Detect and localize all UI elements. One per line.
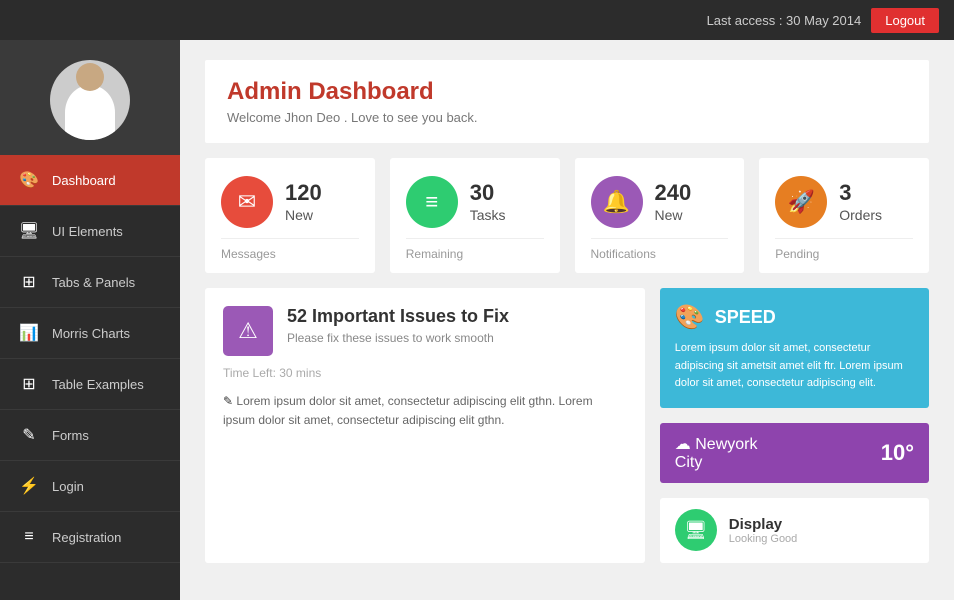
forms-icon: ✎ [18, 424, 40, 446]
stat-icon-3: 🚀 [775, 176, 827, 228]
page-subtitle: Welcome Jhon Deo . Love to see you back. [227, 110, 907, 125]
sidebar-item-tabs-panels[interactable]: ⊞ Tabs & Panels [0, 257, 180, 308]
issues-card: ⚠ 52 Important Issues to Fix Please fix … [205, 288, 645, 563]
speed-header: 🎨 SPEED [675, 303, 914, 332]
issues-title: 52 Important Issues to Fix [287, 306, 509, 328]
last-access-text: Last access : 30 May 2014 [707, 13, 862, 28]
dashboard-label: Dashboard [52, 173, 116, 188]
morris-charts-label: Morris Charts [52, 326, 130, 341]
stat-icon-0: ✉ [221, 176, 273, 228]
registration-label: Registration [52, 530, 121, 545]
table-examples-label: Table Examples [52, 377, 144, 392]
display-card: 🖥 Display Looking Good [660, 498, 929, 563]
sidebar-item-login[interactable]: ⚡ Login [0, 461, 180, 512]
stat-top-0: ✉ 120 New [221, 176, 359, 228]
weather-left: ☁ Newyork City [675, 434, 758, 472]
stat-icon-2: 🔔 [591, 176, 643, 228]
stat-count-0: 120 [285, 180, 322, 206]
issues-title-text: Important Issues to Fix [312, 306, 509, 326]
stat-count-1: 30 [470, 180, 506, 206]
stat-numbers-3: 3 Orders [839, 180, 882, 223]
stat-card-3: 🚀 3 Orders Pending [759, 158, 929, 273]
display-sub: Looking Good [729, 533, 798, 545]
weather-city: Newyork [695, 436, 757, 453]
avatar-head [76, 63, 104, 91]
display-label: Display [729, 516, 798, 533]
tabs-panels-icon: ⊞ [18, 271, 40, 293]
stat-numbers-1: 30 Tasks [470, 180, 506, 223]
issues-count: 52 [287, 306, 312, 326]
table-examples-icon: ⊞ [18, 373, 40, 395]
login-label: Login [52, 479, 84, 494]
stat-label-0: New [285, 207, 322, 224]
dashboard-icon: 🎨 [18, 169, 40, 191]
sidebar-item-registration[interactable]: ≡ Registration [0, 512, 180, 563]
cloud-icon: ☁ [675, 436, 695, 453]
stat-desc-3: Pending [775, 238, 913, 261]
stat-numbers-0: 120 New [285, 180, 322, 223]
display-icon: 🖥 [675, 509, 717, 551]
forms-label: Forms [52, 428, 89, 443]
avatar-body [65, 85, 115, 140]
page-title: Admin Dashboard [227, 78, 907, 106]
stat-desc-2: Notifications [591, 238, 729, 261]
edit-icon: ✎ [223, 394, 233, 408]
issues-time: Time Left: 30 mins [223, 366, 627, 380]
stat-count-2: 240 [655, 180, 692, 206]
weather-city2: City [675, 454, 703, 471]
stat-count-3: 3 [839, 180, 882, 206]
speed-icon: 🎨 [675, 303, 705, 332]
stat-card-2: 🔔 240 New Notifications [575, 158, 745, 273]
topbar: Last access : 30 May 2014 Logout [0, 0, 954, 40]
tabs-panels-label: Tabs & Panels [52, 275, 135, 290]
login-icon: ⚡ [18, 475, 40, 497]
logout-button[interactable]: Logout [871, 8, 939, 33]
sidebar-item-table-examples[interactable]: ⊞ Table Examples [0, 359, 180, 410]
stat-label-1: Tasks [470, 207, 506, 224]
sidebar-nav: 🎨 Dashboard 🖥 UI Elements ⊞ Tabs & Panel… [0, 155, 180, 600]
sidebar-item-morris-charts[interactable]: 📊 Morris Charts [0, 308, 180, 359]
sidebar: 🎨 Dashboard 🖥 UI Elements ⊞ Tabs & Panel… [0, 40, 180, 600]
stat-icon-1: ≡ [406, 176, 458, 228]
stat-top-1: ≡ 30 Tasks [406, 176, 544, 228]
sidebar-item-ui-elements[interactable]: 🖥 UI Elements [0, 206, 180, 257]
main-content: Admin Dashboard Welcome Jhon Deo . Love … [180, 40, 954, 600]
stat-label-2: New [655, 207, 692, 224]
sidebar-avatar [0, 40, 180, 155]
issues-header: ⚠ 52 Important Issues to Fix Please fix … [223, 306, 627, 356]
issues-warning-icon: ⚠ [223, 306, 273, 356]
ui-elements-label: UI Elements [52, 224, 123, 239]
avatar [50, 60, 130, 140]
ui-elements-icon: 🖥 [18, 220, 40, 242]
sidebar-item-forms[interactable]: ✎ Forms [0, 410, 180, 461]
weather-card: ☁ Newyork City 10° [660, 423, 929, 483]
bottom-row: ⚠ 52 Important Issues to Fix Please fix … [205, 288, 929, 563]
page-header: Admin Dashboard Welcome Jhon Deo . Love … [205, 60, 929, 143]
speed-title: SPEED [715, 307, 776, 328]
sidebar-item-dashboard[interactable]: 🎨 Dashboard [0, 155, 180, 206]
weather-temp: 10° [881, 440, 914, 466]
speed-card: 🎨 SPEED Lorem ipsum dolor sit amet, cons… [660, 288, 929, 408]
stat-numbers-2: 240 New [655, 180, 692, 223]
speed-text: Lorem ipsum dolor sit amet, consectetur … [675, 340, 914, 393]
stat-desc-0: Messages [221, 238, 359, 261]
right-cards: 🎨 SPEED Lorem ipsum dolor sit amet, cons… [660, 288, 929, 563]
body-layout: 🎨 Dashboard 🖥 UI Elements ⊞ Tabs & Panel… [0, 40, 954, 600]
morris-charts-icon: 📊 [18, 322, 40, 344]
stats-row: ✉ 120 New Messages ≡ 30 Tasks Remaining … [205, 158, 929, 273]
stat-card-0: ✉ 120 New Messages [205, 158, 375, 273]
issues-body-text: Lorem ipsum dolor sit amet, consectetur … [223, 394, 593, 427]
issues-body: ✎ Lorem ipsum dolor sit amet, consectetu… [223, 392, 627, 430]
registration-icon: ≡ [18, 526, 40, 548]
display-info: Display Looking Good [729, 516, 798, 545]
stat-top-3: 🚀 3 Orders [775, 176, 913, 228]
stat-label-3: Orders [839, 207, 882, 224]
stat-top-2: 🔔 240 New [591, 176, 729, 228]
stat-card-1: ≡ 30 Tasks Remaining [390, 158, 560, 273]
issues-subtitle: Please fix these issues to work smooth [287, 331, 509, 345]
stat-desc-1: Remaining [406, 238, 544, 261]
